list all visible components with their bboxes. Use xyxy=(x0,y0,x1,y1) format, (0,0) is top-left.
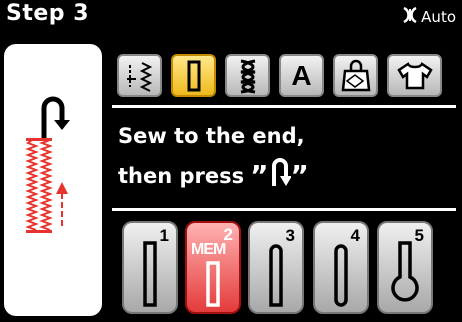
category-decorative-button[interactable] xyxy=(225,54,270,97)
stitch-button-3[interactable]: 3 xyxy=(248,221,304,314)
auto-mode-indicator: Auto xyxy=(401,6,456,28)
open-quote: ” xyxy=(250,159,269,192)
decorative-stitch-icon xyxy=(240,59,255,93)
divider-top xyxy=(112,105,456,108)
quilting-bag-icon xyxy=(341,59,370,91)
instruction-line-1: Sew to the end, xyxy=(118,124,305,148)
stitch-button-2-memory[interactable]: MEM 2 xyxy=(185,221,241,314)
buttonhole-rounded-icon xyxy=(269,244,283,307)
letter-a-icon: A xyxy=(291,59,312,91)
utility-stitch-icon xyxy=(126,61,152,92)
instruction-line-2: then press xyxy=(118,164,245,188)
buttonhole-square-icon xyxy=(206,261,220,307)
close-quote: ” xyxy=(290,159,309,192)
category-quilting-button[interactable] xyxy=(333,54,378,97)
stitch-button-4[interactable]: 4 xyxy=(313,221,369,314)
category-clothing-button[interactable] xyxy=(387,54,442,97)
category-letters-button[interactable]: A xyxy=(279,54,324,97)
stitch-button-5[interactable]: 5 xyxy=(377,221,433,314)
stitch-button-1[interactable]: 1 xyxy=(122,221,178,314)
buttonhole-stitch-preview xyxy=(25,138,68,233)
reverse-stitch-arrow-icon xyxy=(41,96,70,140)
buttonhole-round-both-icon xyxy=(334,244,348,307)
step-title: Step 3 xyxy=(6,1,89,26)
stitch-preview-panel xyxy=(4,44,102,316)
auto-label: Auto xyxy=(421,8,456,26)
category-utility-button[interactable] xyxy=(117,54,162,97)
divider-bottom xyxy=(112,208,456,211)
reverse-button-icon xyxy=(271,158,291,186)
keyhole-buttonhole-icon xyxy=(391,241,419,302)
category-buttonhole-button[interactable] xyxy=(171,54,216,97)
instruction-text: Sew to the end, then press ” ” xyxy=(118,116,458,196)
shirt-icon xyxy=(396,61,433,89)
buttonhole-square-icon xyxy=(143,241,157,307)
presser-foot-auto-icon xyxy=(401,6,419,28)
buttonhole-category-icon xyxy=(187,60,200,91)
